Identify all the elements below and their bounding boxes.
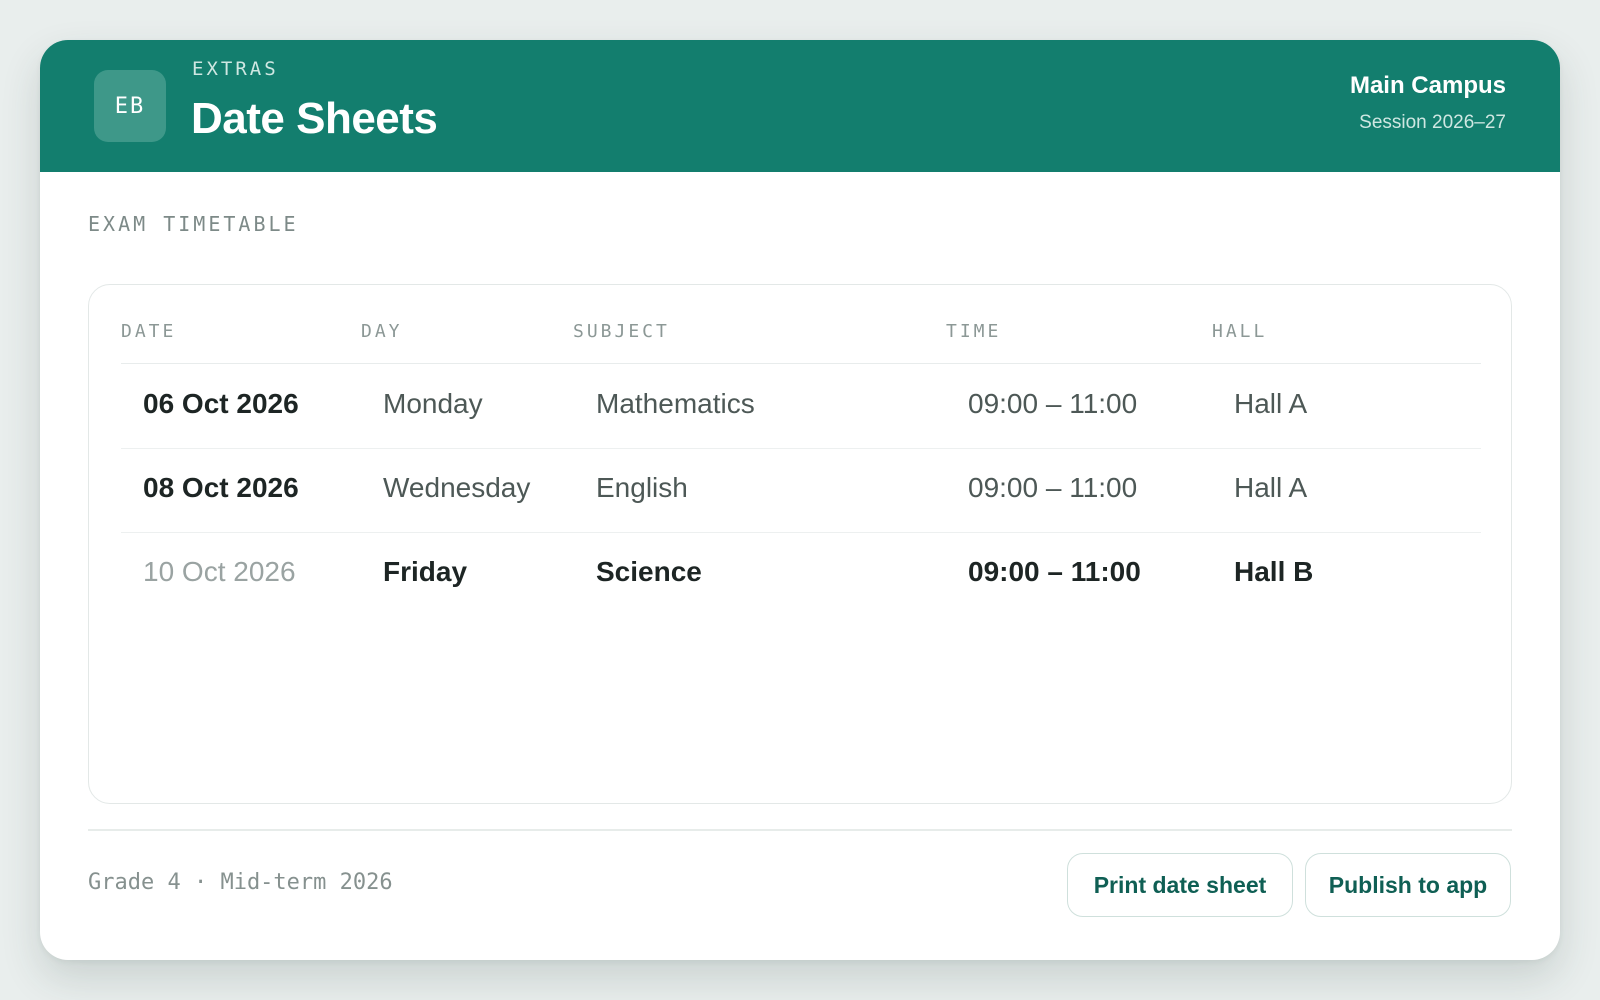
row-date: 08 Oct 2026: [143, 472, 299, 503]
row-day: Friday: [383, 556, 468, 587]
table-row[interactable]: 10 Oct 2026 Friday Science 09:00 – 11:00…: [121, 532, 1481, 616]
print-date-sheet-button[interactable]: Print date sheet: [1067, 853, 1293, 917]
column-header-date: DATE: [121, 321, 177, 342]
section-eyebrow: EXTRAS: [192, 58, 279, 80]
row-date: 06 Oct 2026: [143, 388, 299, 419]
row-day: Monday: [383, 388, 483, 419]
campus-name: Main Campus: [1349, 72, 1506, 99]
grade-term-note: Grade 4 · Mid-term 2026: [88, 870, 393, 895]
column-header-hall: HALL: [1212, 321, 1268, 342]
table-row[interactable]: 06 Oct 2026 Monday Mathematics 09:00 – 1…: [121, 364, 1481, 449]
exam-timetable-table: DATE DAY SUBJECT TIME HALL 06 Oct 2026 M…: [88, 284, 1512, 804]
row-time: 09:00 – 11:00: [968, 556, 1141, 587]
header-bar: EB EXTRAS Date Sheets Main Campus Sessio…: [40, 40, 1560, 172]
column-header-day: DAY: [361, 321, 403, 342]
exam-timetable-label: EXAM TIMETABLE: [88, 212, 299, 236]
table-row[interactable]: 08 Oct 2026 Wednesday English 09:00 – 11…: [121, 448, 1481, 533]
column-header-time: TIME: [946, 321, 1002, 342]
row-hall: Hall A: [1234, 388, 1308, 419]
table-header: DATE DAY SUBJECT TIME HALL: [121, 285, 1481, 364]
row-subject: Science: [596, 556, 702, 587]
row-day: Wednesday: [383, 472, 531, 503]
publish-to-app-button[interactable]: Publish to app: [1305, 853, 1511, 917]
row-time: 09:00 – 11:00: [968, 388, 1138, 419]
row-hall: Hall B: [1234, 556, 1314, 587]
row-subject: Mathematics: [596, 388, 755, 419]
row-time: 09:00 – 11:00: [968, 472, 1138, 503]
column-header-subject: SUBJECT: [573, 321, 670, 342]
page-title: Date Sheets: [191, 94, 438, 143]
footer-divider: [88, 829, 1512, 831]
session-label: Session 2026–27: [1359, 112, 1506, 133]
row-subject: English: [596, 472, 688, 503]
app-logo: EB: [94, 70, 166, 142]
date-sheets-card: EB EXTRAS Date Sheets Main Campus Sessio…: [40, 40, 1560, 960]
row-date: 10 Oct 2026: [143, 556, 296, 587]
row-hall: Hall A: [1234, 472, 1308, 503]
